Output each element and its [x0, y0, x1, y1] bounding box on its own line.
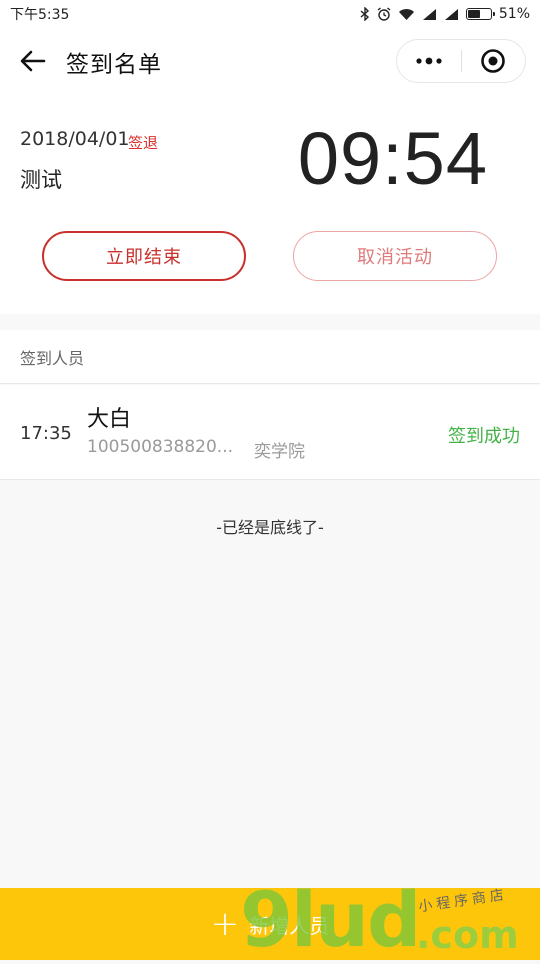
status-icons: 51% — [360, 6, 530, 22]
plus-icon: + — [210, 904, 240, 944]
signal-icon — [444, 8, 458, 20]
event-date: 2018/04/01 — [20, 128, 130, 150]
close-button[interactable] — [462, 40, 526, 82]
more-button[interactable] — [397, 40, 461, 82]
add-attendee-label: 新增人员 — [249, 913, 330, 938]
event-type-tag: 签退 — [128, 134, 159, 152]
alarm-icon — [377, 7, 391, 21]
signal-icon — [422, 8, 436, 20]
event-name: 测试 — [20, 168, 62, 192]
more-dots-icon — [416, 57, 442, 65]
status-time: 下午5:35 — [10, 7, 70, 23]
event-card: 2018/04/01 签退 测试 09:54 立即结束 取消活动 — [0, 94, 540, 314]
checkin-time: 17:35 — [20, 423, 72, 444]
back-button[interactable] — [18, 46, 48, 76]
wifi-icon — [398, 8, 414, 20]
checkin-status: 签到成功 — [448, 426, 520, 447]
target-circle-icon — [481, 49, 506, 73]
add-attendee-button[interactable]: + 新增人员 — [0, 888, 540, 960]
battery-level — [467, 10, 481, 18]
page-title: 签到名单 — [66, 52, 162, 78]
list-item[interactable]: 17:35 大白 100500838820... 奕学院 签到成功 — [0, 385, 540, 480]
arrow-left-icon — [20, 50, 46, 72]
battery-text: 51% — [498, 6, 530, 22]
battery-icon — [465, 8, 495, 20]
status-bar: 下午5:35 51% — [0, 0, 540, 28]
attendees-section-title: 签到人员 — [0, 330, 540, 384]
attendee-school: 奕学院 — [254, 442, 305, 462]
cancel-event-button[interactable]: 取消活动 — [293, 231, 497, 281]
attendee-id: 100500838820... — [87, 437, 234, 457]
countdown-timer: 09:54 — [297, 117, 488, 200]
attendee-name: 大白 — [87, 407, 132, 432]
nav-bar: 签到名单 — [0, 28, 540, 94]
mini-program-capsule — [396, 39, 526, 83]
bluetooth-icon — [360, 7, 369, 21]
list-end-text: -已经是底线了- — [216, 518, 324, 537]
end-now-button[interactable]: 立即结束 — [42, 231, 246, 281]
